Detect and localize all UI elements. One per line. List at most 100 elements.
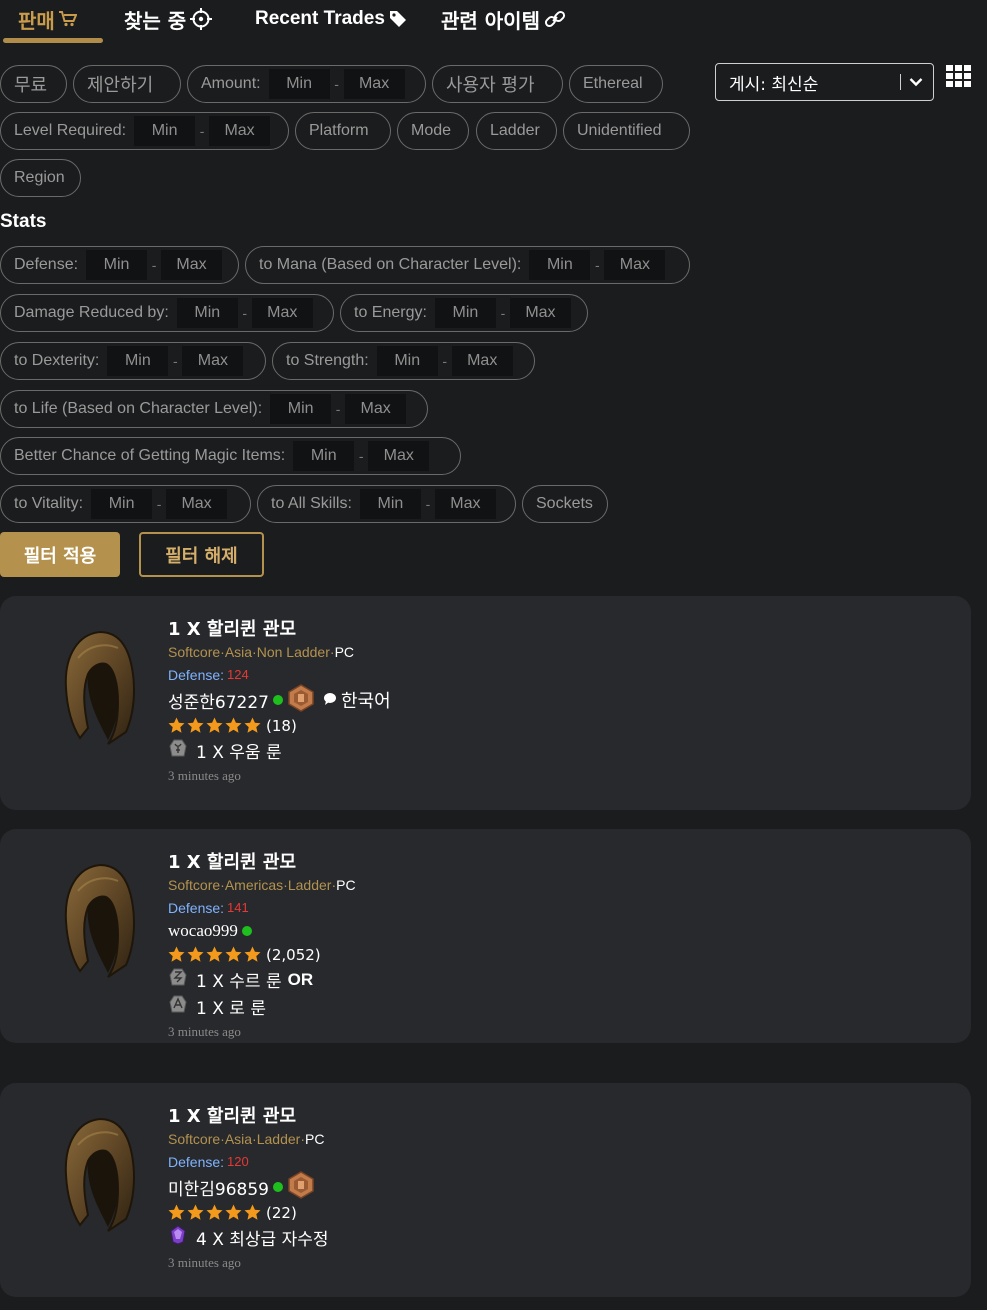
- cart-icon: [58, 11, 77, 27]
- damage-reduced-max-input[interactable]: Max: [251, 298, 313, 328]
- seller-name[interactable]: 성준한67227: [168, 688, 269, 713]
- tab-sell[interactable]: 판매: [18, 4, 77, 34]
- filter-region-label: Region: [14, 169, 65, 186]
- level-min-input[interactable]: Min: [134, 116, 196, 146]
- filter-level-required: Level Required: Min - Max: [0, 112, 289, 150]
- five-stars-icon: [168, 717, 261, 733]
- defense-min-input[interactable]: Min: [86, 250, 148, 280]
- stat-damage-reduced-label: Damage Reduced by:: [14, 304, 169, 321]
- listing-defense: Defense: 141: [168, 896, 928, 919]
- um-rune-icon: [168, 738, 188, 763]
- listing-title[interactable]: 1 X 할리퀸 관모: [168, 1103, 928, 1127]
- listing-meta: Softcore · Asia · Ladder · PC: [168, 1127, 928, 1150]
- select-separator: [900, 74, 901, 90]
- magic-find-max-input[interactable]: Max: [368, 441, 430, 471]
- stat-sockets[interactable]: Sockets: [522, 485, 608, 523]
- stat-energy-label: to Energy:: [354, 304, 427, 321]
- item-image-hood: [58, 861, 138, 983]
- sur-rune-icon: [168, 967, 188, 992]
- price-row: 1 X 우움 룬: [168, 737, 928, 764]
- stat-defense: Defense: Min - Max: [0, 246, 239, 284]
- magic-find-min-input[interactable]: Min: [293, 441, 355, 471]
- review-count: (2,052): [266, 945, 321, 964]
- listing-ladder: Ladder: [256, 1130, 301, 1147]
- bronze-badge-icon: [287, 1170, 315, 1204]
- seller-row: wocao999: [168, 919, 928, 943]
- price-row: 1 X 수르 룬 OR: [168, 966, 928, 993]
- price-or: OR: [287, 969, 314, 989]
- filter-region[interactable]: Region: [0, 159, 81, 197]
- strength-max-input[interactable]: Max: [451, 346, 513, 376]
- stat-defense-label: Defense:: [14, 256, 79, 273]
- range-separator: -: [334, 76, 339, 92]
- dexterity-max-input[interactable]: Max: [182, 346, 244, 376]
- filter-ethereal[interactable]: Ethereal: [569, 65, 663, 103]
- vitality-max-input[interactable]: Max: [166, 489, 228, 519]
- life-max-input[interactable]: Max: [345, 394, 407, 424]
- tag-icon: [389, 10, 407, 28]
- filter-unidentified[interactable]: Unidentified: [563, 112, 690, 150]
- online-status-icon: [241, 926, 252, 936]
- listing-mode: Softcore: [168, 643, 221, 660]
- stat-dexterity: to Dexterity: Min - Max: [0, 342, 266, 380]
- listing-title[interactable]: 1 X 할리퀸 관모: [168, 849, 928, 873]
- stat-vitality-label: to Vitality:: [14, 495, 84, 512]
- filter-ladder[interactable]: Ladder: [476, 112, 557, 150]
- defense-label: Defense:: [168, 1153, 225, 1170]
- dexterity-min-input[interactable]: Min: [107, 346, 169, 376]
- apply-filters-button[interactable]: 필터 적용: [0, 532, 120, 577]
- listing-title[interactable]: 1 X 할리퀸 관모: [168, 616, 928, 640]
- sort-select-value: 게시: 최신순: [729, 74, 819, 95]
- online-status-icon: [273, 695, 283, 705]
- language-indicator: 한국어: [323, 687, 391, 713]
- filter-user-rating[interactable]: 사용자 평가: [432, 65, 563, 103]
- stat-strength-label: to Strength:: [286, 352, 369, 369]
- amount-max-input[interactable]: Max: [343, 69, 405, 99]
- filter-platform[interactable]: Platform: [295, 112, 391, 150]
- review-count: (22): [266, 1203, 297, 1222]
- defense-value: 120: [227, 1154, 249, 1169]
- all-skills-max-input[interactable]: Max: [434, 489, 496, 519]
- all-skills-min-input[interactable]: Min: [359, 489, 421, 519]
- stat-life-label: to Life (Based on Character Level):: [14, 400, 263, 417]
- sort-select[interactable]: 게시: 최신순: [715, 63, 934, 101]
- life-min-input[interactable]: Min: [270, 394, 332, 424]
- mana-min-input[interactable]: Min: [529, 250, 591, 280]
- rating-row: (22): [168, 1201, 928, 1224]
- level-max-input[interactable]: Max: [209, 116, 271, 146]
- damage-reduced-min-input[interactable]: Min: [176, 298, 238, 328]
- strength-min-input[interactable]: Min: [376, 346, 438, 376]
- filter-free[interactable]: 무료: [0, 65, 67, 103]
- stat-energy: to Energy: Min - Max: [340, 294, 588, 332]
- review-count: (18): [266, 716, 297, 735]
- range-separator: -: [595, 257, 600, 273]
- listing-card[interactable]: 1 X 할리퀸 관모 Softcore · Americas · Ladder …: [0, 829, 971, 1043]
- listing-card[interactable]: 1 X 할리퀸 관모 Softcore · Asia · Ladder · PC…: [0, 1083, 971, 1297]
- stats-heading: Stats: [0, 211, 47, 232]
- range-separator: -: [199, 123, 205, 139]
- filter-mode-label: Mode: [411, 122, 452, 139]
- tab-related-items[interactable]: 관련 아이템: [441, 4, 566, 34]
- grid-view-icon[interactable]: [946, 65, 971, 87]
- tab-recent-trades[interactable]: Recent Trades: [255, 4, 407, 34]
- listing-time: 3 minutes ago: [168, 1023, 241, 1039]
- filter-offer[interactable]: 제안하기: [73, 65, 181, 103]
- tab-searching[interactable]: 찾는 중: [124, 4, 213, 34]
- listing-defense: Defense: 124: [168, 663, 928, 686]
- energy-max-input[interactable]: Max: [509, 298, 571, 328]
- seller-name[interactable]: 미한김96859: [168, 1175, 269, 1200]
- energy-min-input[interactable]: Min: [434, 298, 496, 328]
- defense-max-input[interactable]: Max: [161, 250, 223, 280]
- filter-amount: Amount: Min - Max: [187, 65, 426, 103]
- amount-min-input[interactable]: Min: [268, 69, 330, 99]
- filter-mode[interactable]: Mode: [397, 112, 469, 150]
- amethyst-gem-icon: [168, 1225, 188, 1250]
- clear-filters-button[interactable]: 필터 해제: [139, 532, 264, 577]
- star-rating: [168, 946, 262, 963]
- mana-max-input[interactable]: Max: [604, 250, 666, 280]
- price-text: 1 X 우움 룬: [196, 743, 282, 763]
- listing-card[interactable]: 1 X 할리퀸 관모 Softcore · Asia · Non Ladder …: [0, 596, 971, 810]
- price-row: 1 X 로 룬: [168, 993, 928, 1020]
- vitality-min-input[interactable]: Min: [91, 489, 153, 519]
- seller-name[interactable]: wocao999: [168, 921, 238, 941]
